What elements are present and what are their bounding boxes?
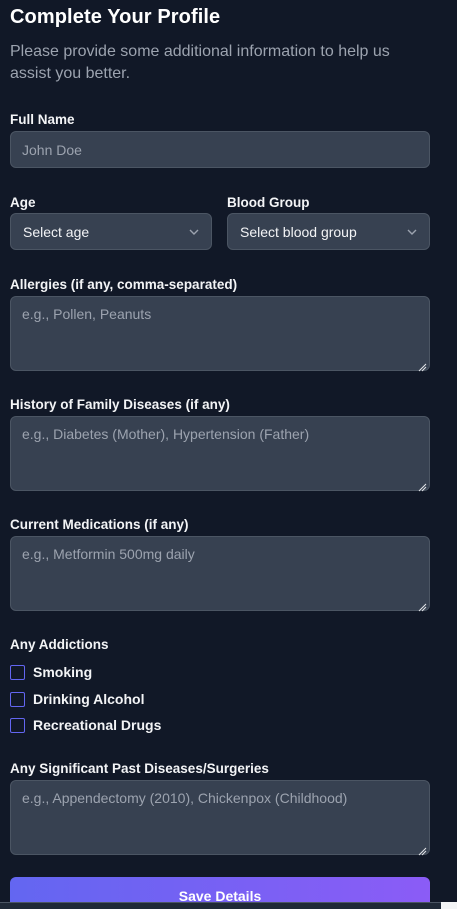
page-subtitle: Please provide some additional informati…: [10, 43, 390, 82]
blood-group-select[interactable]: Select blood group: [227, 213, 430, 250]
chevron-down-icon: [407, 227, 417, 237]
resize-handle-icon[interactable]: [418, 843, 427, 856]
drinking-alcohol-checkbox[interactable]: [10, 691, 25, 707]
family-history-placeholder: e.g., Diabetes (Mother), Hypertension (F…: [22, 426, 310, 442]
recreational-drugs-checkbox[interactable]: [10, 717, 25, 733]
blood-group-label: Blood Group: [227, 195, 310, 210]
scrollbar-corner: [441, 902, 457, 909]
chevron-down-icon: [189, 227, 199, 237]
recreational-drugs-option[interactable]: Recreational Drugs: [10, 717, 161, 733]
full-name-placeholder: John Doe: [22, 141, 82, 158]
drinking-alcohol-label: Drinking Alcohol: [33, 691, 145, 707]
past-diseases-textarea[interactable]: e.g., Appendectomy (2010), Chickenpox (C…: [10, 780, 430, 856]
past-diseases-label: Any Significant Past Diseases/Surgeries: [10, 761, 269, 776]
horizontal-scrollbar[interactable]: [0, 902, 457, 909]
allergies-textarea[interactable]: e.g., Pollen, Peanuts: [10, 296, 430, 372]
age-select[interactable]: Select age: [10, 213, 212, 250]
resize-handle-icon[interactable]: [418, 479, 427, 492]
medications-textarea[interactable]: e.g., Metformin 500mg daily: [10, 536, 430, 612]
full-name-label: Full Name: [10, 112, 75, 127]
smoking-checkbox[interactable]: [10, 664, 25, 680]
full-name-input[interactable]: John Doe: [10, 131, 430, 168]
page-title: Complete Your Profile: [10, 6, 221, 28]
medications-label: Current Medications (if any): [10, 517, 189, 532]
medications-placeholder: e.g., Metformin 500mg daily: [22, 546, 195, 562]
age-label: Age: [10, 195, 36, 210]
smoking-label: Smoking: [33, 664, 93, 680]
allergies-placeholder: e.g., Pollen, Peanuts: [22, 306, 152, 322]
profile-form-page: Complete Your Profile Please provide som…: [0, 0, 457, 909]
recreational-drugs-label: Recreational Drugs: [33, 717, 162, 733]
family-history-label: History of Family Diseases (if any): [10, 397, 230, 412]
age-select-value: Select age: [23, 223, 90, 240]
smoking-option[interactable]: Smoking: [10, 664, 92, 680]
allergies-label: Allergies (if any, comma-separated): [10, 277, 238, 292]
resize-handle-icon[interactable]: [418, 599, 427, 612]
past-diseases-placeholder: e.g., Appendectomy (2010), Chickenpox (C…: [22, 790, 348, 806]
blood-group-select-value: Select blood group: [240, 223, 357, 240]
drinking-alcohol-option[interactable]: Drinking Alcohol: [10, 691, 144, 707]
resize-handle-icon[interactable]: [418, 359, 427, 372]
family-history-textarea[interactable]: e.g., Diabetes (Mother), Hypertension (F…: [10, 416, 430, 492]
addictions-label: Any Addictions: [10, 637, 109, 652]
